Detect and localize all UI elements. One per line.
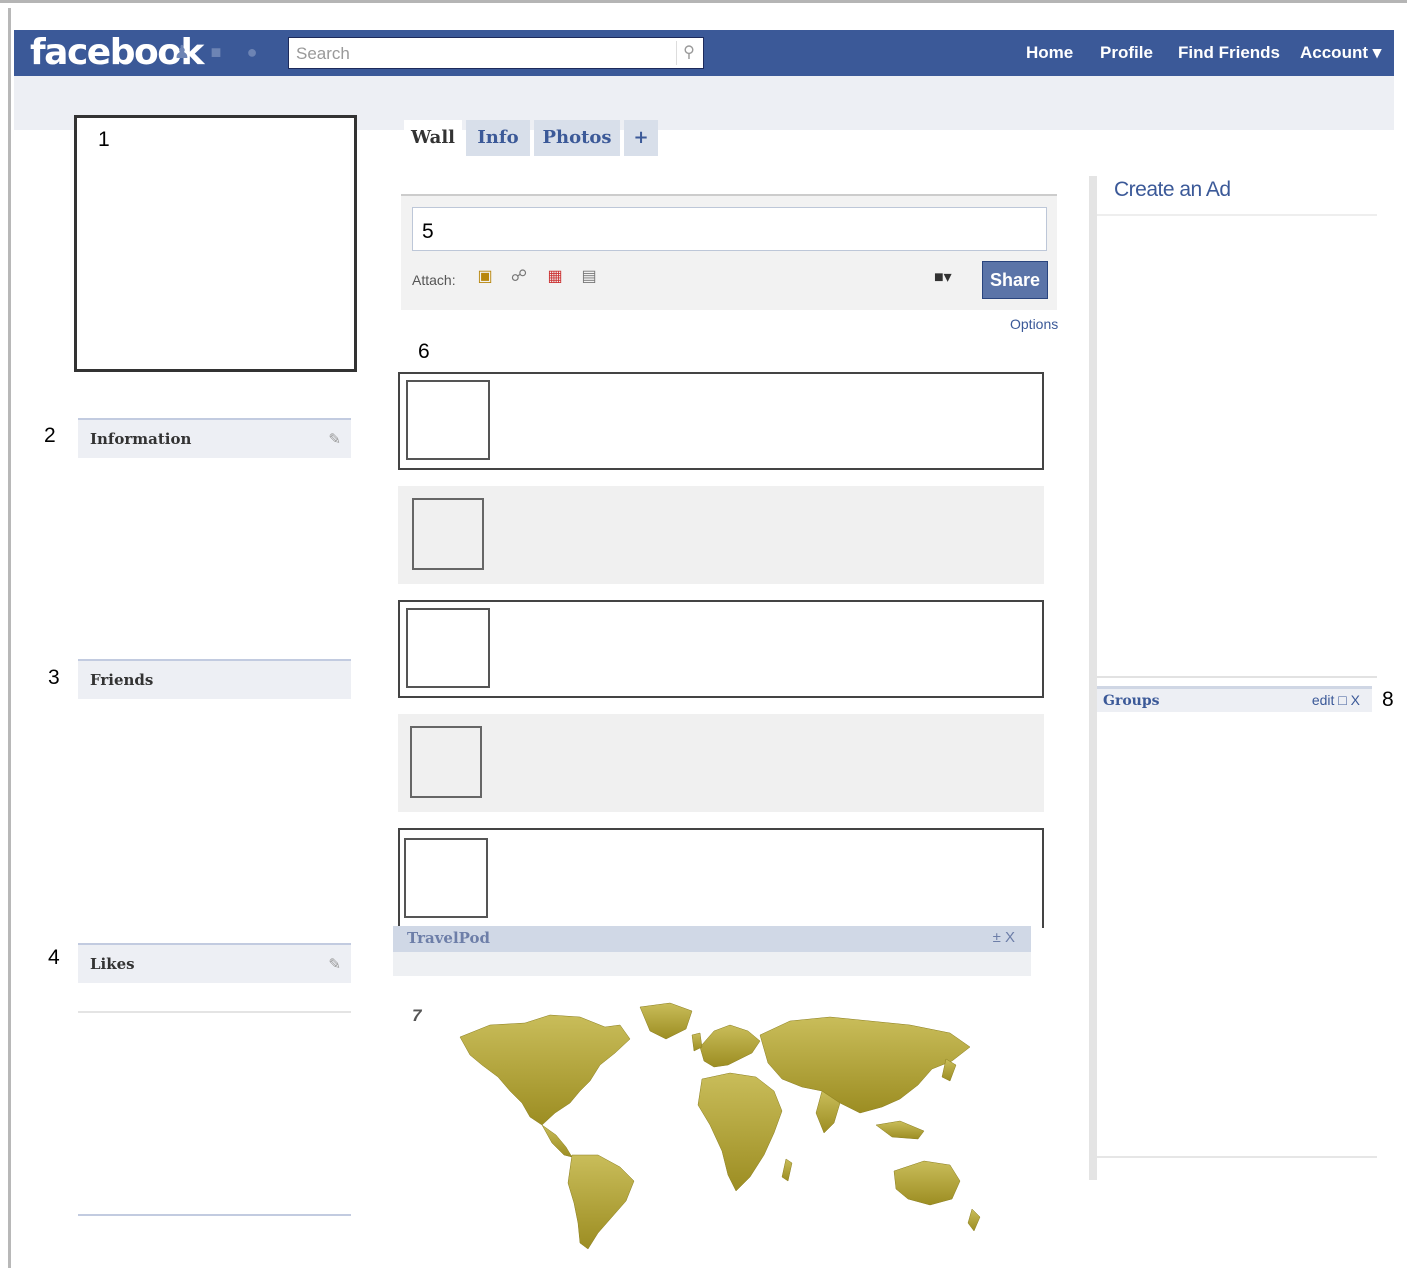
travelpod-window-controls[interactable]: ± X xyxy=(993,929,1015,946)
tab-info[interactable]: Info xyxy=(466,120,530,156)
search-input[interactable] xyxy=(288,37,704,69)
share-button[interactable]: Share xyxy=(982,261,1048,299)
feed-story[interactable] xyxy=(398,600,1044,698)
europe-shape xyxy=(699,1024,761,1068)
information-box-header: Information ✎ xyxy=(78,418,351,458)
tab-photos[interactable]: Photos xyxy=(534,120,620,156)
marker-5: 5 xyxy=(422,220,434,243)
feed-story[interactable] xyxy=(398,828,1044,928)
right-column-divider xyxy=(1089,176,1097,1180)
marker-6: 6 xyxy=(418,340,430,363)
search-icon[interactable]: ⚲ xyxy=(676,41,701,65)
australia-shape xyxy=(893,1160,961,1206)
new-zealand-shape xyxy=(967,1208,981,1232)
story-thumbnail[interactable] xyxy=(410,726,482,798)
north-america-shape xyxy=(459,1014,631,1126)
central-america-shape xyxy=(541,1124,573,1158)
feed-story[interactable] xyxy=(398,372,1044,470)
likes-box-divider xyxy=(78,1011,351,1013)
greenland-shape xyxy=(639,1002,693,1040)
world-map[interactable] xyxy=(430,995,990,1255)
attach-event-icon[interactable]: ▦ xyxy=(544,266,566,288)
africa-shape xyxy=(697,1072,783,1192)
groups-box-controls[interactable]: edit □ X xyxy=(1312,692,1360,708)
feed-story[interactable] xyxy=(398,714,1044,812)
nav-home-link[interactable]: Home xyxy=(1026,30,1073,76)
madagascar-shape xyxy=(781,1158,793,1182)
story-thumbnail[interactable] xyxy=(406,608,490,688)
friend-requests-icon[interactable]: ♟ xyxy=(172,42,192,62)
southeast-asia-shape xyxy=(875,1120,925,1140)
tab-wall[interactable]: Wall xyxy=(404,120,462,156)
tab-add-plus[interactable]: + xyxy=(624,120,658,156)
search-placeholder: Search xyxy=(296,44,350,63)
information-box-title: Information xyxy=(90,430,192,448)
information-box-body xyxy=(78,458,351,658)
feed-story[interactable] xyxy=(398,486,1044,584)
marker-2: 2 xyxy=(44,424,56,447)
options-link[interactable]: Options xyxy=(1010,316,1058,332)
travelpod-title: TravelPod xyxy=(407,929,491,947)
groups-box-header: Groups edit □ X xyxy=(1097,686,1372,712)
attach-note-icon[interactable]: ▤ xyxy=(578,266,600,288)
privacy-lock-icon[interactable]: ■▾ xyxy=(934,266,952,290)
nav-account-menu[interactable]: Account ▾ xyxy=(1300,30,1381,76)
nav-profile-link[interactable]: Profile xyxy=(1100,30,1153,76)
create-an-ad-link[interactable]: Create an Ad xyxy=(1114,178,1231,202)
friends-box-header: Friends xyxy=(78,659,351,699)
nav-find-friends-link[interactable]: Find Friends xyxy=(1178,30,1280,76)
story-thumbnail[interactable] xyxy=(412,498,484,570)
attach-link-icon[interactable]: ☍ xyxy=(508,266,530,288)
asia-shape xyxy=(759,1016,971,1114)
likes-box-bottom-rule xyxy=(78,1214,351,1216)
ad-section-rule xyxy=(1097,214,1377,216)
groups-box-title: Groups xyxy=(1103,693,1160,709)
attach-photo-icon[interactable]: ▣ xyxy=(474,266,496,288)
south-america-shape xyxy=(567,1154,635,1250)
friends-box-title: Friends xyxy=(90,671,154,689)
marker-1: 1 xyxy=(98,128,110,151)
marker-7: 7 xyxy=(412,1006,422,1025)
ads-bottom-rule xyxy=(1097,676,1377,678)
attach-label: Attach: xyxy=(412,272,456,288)
window-left-border xyxy=(8,8,11,1268)
story-thumbnail[interactable] xyxy=(404,838,488,918)
messages-icon[interactable]: ■ xyxy=(206,42,226,62)
likes-box-title: Likes xyxy=(90,955,135,973)
friends-box-body xyxy=(78,699,351,939)
travelpod-header: TravelPod ± X xyxy=(393,926,1031,952)
profile-picture[interactable] xyxy=(74,115,357,372)
likes-box-header: Likes ✎ xyxy=(78,943,351,983)
story-thumbnail[interactable] xyxy=(406,380,490,460)
marker-8: 8 xyxy=(1382,688,1394,711)
marker-3: 3 xyxy=(48,666,60,689)
groups-bottom-rule xyxy=(1097,1156,1377,1158)
travelpod-subheader xyxy=(393,952,1031,976)
edit-pencil-icon[interactable]: ✎ xyxy=(328,430,341,448)
edit-pencil-icon[interactable]: ✎ xyxy=(328,955,341,973)
marker-4: 4 xyxy=(48,946,60,969)
window-top-border xyxy=(0,0,1407,11)
notifications-globe-icon[interactable]: ● xyxy=(242,42,262,62)
status-composer-input[interactable] xyxy=(412,207,1047,251)
